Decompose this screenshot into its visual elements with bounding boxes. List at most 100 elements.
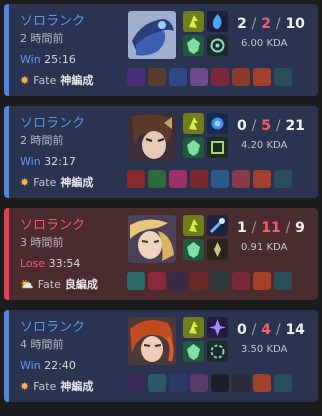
fate-tier: 神編成 [60, 74, 94, 87]
result-label: Win [20, 53, 41, 66]
item-icon[interactable] [211, 374, 229, 392]
spell-icon[interactable] [183, 137, 204, 158]
item-icon[interactable] [190, 170, 208, 188]
item-icon[interactable] [253, 68, 271, 86]
assists: 21 [285, 118, 305, 134]
item-icon[interactable] [169, 170, 187, 188]
champion-portrait[interactable] [128, 317, 176, 365]
kills: 1 [237, 220, 247, 236]
item-icon[interactable] [127, 272, 145, 290]
deaths: 5 [261, 118, 271, 134]
item-icon[interactable] [253, 170, 271, 188]
spell-icon[interactable] [183, 11, 204, 32]
result-bar [4, 4, 9, 96]
rune-icon[interactable] [207, 317, 228, 338]
assists: 14 [285, 322, 305, 338]
item-icon[interactable] [148, 68, 166, 86]
deaths: 4 [261, 322, 271, 338]
item-icon[interactable] [274, 272, 292, 290]
item-icon[interactable] [253, 374, 271, 392]
item-icon[interactable] [232, 374, 250, 392]
kills: 0 [237, 322, 247, 338]
kda-ratio: 3.50 KDA [241, 344, 288, 355]
duration: 25:16 [44, 53, 76, 66]
rune-icon[interactable] [207, 341, 228, 362]
result-duration: Win 32:17 [20, 155, 76, 168]
deaths: 2 [261, 16, 271, 32]
item-build [127, 68, 292, 86]
rune-icon[interactable] [207, 113, 228, 134]
item-icon[interactable] [127, 68, 145, 86]
kda-score: 0 / 5 / 21 [237, 118, 305, 134]
rune-icon[interactable] [207, 35, 228, 56]
result-label: Win [20, 155, 41, 168]
spell-icon[interactable] [183, 317, 204, 338]
item-icon[interactable] [211, 170, 229, 188]
item-icon[interactable] [232, 68, 250, 86]
item-build [127, 170, 292, 188]
kills: 0 [237, 118, 247, 134]
queue-type: ソロランク [20, 116, 86, 131]
queue-type: ソロランク [20, 218, 86, 233]
kda-score: 2 / 2 / 10 [237, 16, 305, 32]
time-ago: 2 時間前 [20, 32, 64, 45]
fate-label: Fate [33, 379, 57, 393]
rune-icon[interactable] [207, 11, 228, 32]
item-icon[interactable] [148, 374, 166, 392]
item-icon[interactable] [169, 68, 187, 86]
kda-ratio: 4.20 KDA [241, 140, 288, 151]
sun-icon: ✸ [20, 379, 30, 393]
kda-score: 0 / 4 / 14 [237, 322, 305, 338]
item-icon[interactable] [190, 68, 208, 86]
spell-icon[interactable] [183, 113, 204, 134]
rune-icon[interactable] [207, 137, 228, 158]
champion-portrait[interactable] [128, 11, 176, 59]
champion-portrait[interactable] [128, 113, 176, 161]
match-card[interactable]: ソロランク 4 時間前 Win 22:40 ✸ Fate 神編成 0 / 4 /… [4, 310, 318, 402]
item-icon[interactable] [232, 170, 250, 188]
item-build [127, 272, 292, 290]
fate-label: Fate [37, 277, 61, 291]
result-bar [4, 208, 9, 300]
champion-portrait[interactable] [128, 215, 176, 263]
duration: 33:54 [48, 257, 81, 270]
spell-icon[interactable] [183, 215, 204, 236]
result-duration: Win 22:40 [20, 359, 76, 372]
match-card[interactable]: ソロランク 2 時間前 Win 32:17 ✸ Fate 神編成 0 / 5 /… [4, 106, 318, 198]
kda-ratio: 6.00 KDA [241, 38, 288, 49]
match-card[interactable]: ソロランク 3 時間前 Lose 33:54 ⛅ Fate 良編成 1 / 11… [4, 208, 318, 300]
item-icon[interactable] [190, 272, 208, 290]
item-icon[interactable] [274, 68, 292, 86]
item-icon[interactable] [232, 272, 250, 290]
item-icon[interactable] [190, 374, 208, 392]
rune-icon[interactable] [207, 215, 228, 236]
item-icon[interactable] [274, 170, 292, 188]
item-icon[interactable] [274, 374, 292, 392]
match-card[interactable]: ソロランク 2 時間前 Win 25:16 ✸ Fate 神編成 2 / 2 /… [4, 4, 318, 96]
fate-tier: 神編成 [60, 380, 94, 393]
spell-icon[interactable] [183, 35, 204, 56]
sun-icon: ✸ [20, 73, 30, 87]
item-icon[interactable] [169, 272, 187, 290]
duration: 22:40 [44, 359, 76, 372]
spell-icon[interactable] [183, 341, 204, 362]
spell-icon[interactable] [183, 239, 204, 260]
assists: 9 [295, 220, 305, 236]
item-icon[interactable] [169, 374, 187, 392]
item-icon[interactable] [148, 272, 166, 290]
item-icon[interactable] [211, 68, 229, 86]
result-label: Lose [20, 257, 46, 270]
item-icon[interactable] [148, 170, 166, 188]
item-icon[interactable] [211, 272, 229, 290]
kda-score: 1 / 11 / 9 [237, 220, 305, 236]
time-ago: 4 時間前 [20, 338, 64, 351]
item-icon[interactable] [127, 374, 145, 392]
result-bar [4, 310, 9, 402]
item-icon[interactable] [127, 170, 145, 188]
rune-icon[interactable] [207, 239, 228, 260]
item-icon[interactable] [253, 272, 271, 290]
fate-tier: 神編成 [60, 176, 94, 189]
time-ago: 2 時間前 [20, 134, 64, 147]
item-build [127, 374, 292, 392]
fate-label: Fate [33, 175, 57, 189]
